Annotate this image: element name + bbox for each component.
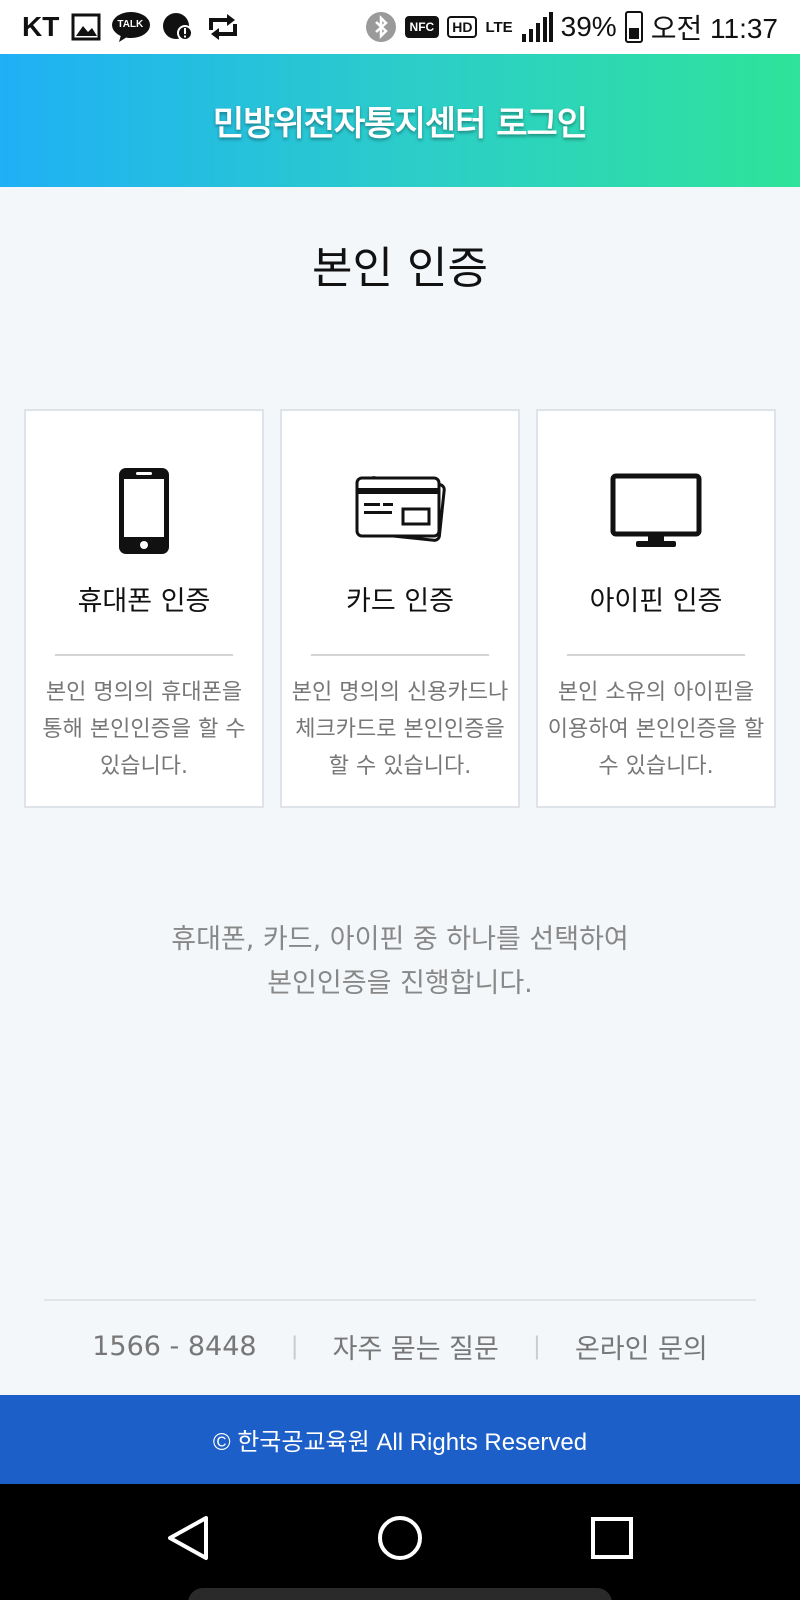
footer-divider xyxy=(44,1299,756,1301)
lte-icon: LTE xyxy=(485,18,513,36)
card-title: 카드 인증 xyxy=(346,586,454,617)
phone-auth-card[interactable]: 휴대폰 인증 본인 명의의 휴대폰을 통해 본인인증을 할 수 있습니다. xyxy=(24,409,264,808)
card-title: 아이핀 인증 xyxy=(589,586,723,617)
card-divider xyxy=(311,654,489,656)
status-bar: KT TALK NFC HD LTE 39% 오전 11:37 xyxy=(0,0,800,54)
card-description: 본인 명의의 휴대폰을 통해 본인인증을 할 수 있습니다. xyxy=(42,680,246,779)
card-divider xyxy=(567,654,745,656)
card-description: 본인 소유의 아이핀을 이용하여 본인인증을 할 수 있습니다. xyxy=(547,680,765,779)
smartphone-icon xyxy=(117,461,171,561)
nav-handle xyxy=(188,1588,612,1600)
card-title: 휴대폰 인증 xyxy=(77,586,211,617)
notice-line-1: 휴대폰, 카드, 아이핀 중 하나를 선택하여 xyxy=(171,924,629,955)
bluetooth-icon xyxy=(365,11,397,43)
home-icon[interactable] xyxy=(370,1508,430,1568)
page-title: 본인 인증 xyxy=(312,243,488,294)
monitor-icon xyxy=(610,461,702,561)
copyright-bar: © 한국공교육원 All Rights Reserved xyxy=(0,1395,800,1484)
system-navigation-bar xyxy=(0,1484,800,1600)
back-icon[interactable] xyxy=(158,1508,218,1568)
alert-chat-icon xyxy=(161,11,195,43)
app-header: 민방위전자통지센터 로그인 xyxy=(0,54,800,187)
carrier-label: KT xyxy=(22,11,60,42)
copyright-text: © 한국공교육원 All Rights Reserved xyxy=(212,1429,588,1456)
hd-icon: HD xyxy=(447,16,478,38)
battery-icon xyxy=(624,11,643,43)
faq-link[interactable]: 자주 묻는 질문 xyxy=(333,1327,499,1366)
footer-separator: | xyxy=(290,1332,299,1360)
signal-icon xyxy=(521,12,553,42)
footer-separator: | xyxy=(532,1332,541,1360)
auth-notice: 휴대폰, 카드, 아이핀 중 하나를 선택하여 본인인증을 진행합니다. xyxy=(0,918,800,1006)
battery-percent: 39% xyxy=(560,11,617,42)
phone-link[interactable]: 1566 - 8448 xyxy=(92,1331,256,1362)
gallery-icon xyxy=(71,13,101,41)
nfc-icon: NFC xyxy=(404,16,440,38)
clock: 오전 11:37 xyxy=(650,13,778,44)
card-divider xyxy=(55,654,233,656)
inquiry-link[interactable]: 온라인 문의 xyxy=(575,1327,708,1366)
credit-card-icon xyxy=(354,461,446,561)
sync-icon xyxy=(205,12,241,42)
card-description: 본인 명의의 신용카드나 체크카드로 본인인증을 할 수 있습니다. xyxy=(291,680,509,779)
notice-line-2: 본인인증을 진행합니다. xyxy=(267,968,533,999)
header-title: 민방위전자통지센터 로그인 xyxy=(212,104,588,144)
recents-icon[interactable] xyxy=(582,1508,642,1568)
kakaotalk-icon-label: TALK xyxy=(117,19,144,30)
footer-links: 1566 - 8448 | 자주 묻는 질문 | 온라인 문의 xyxy=(0,1326,800,1366)
kakaotalk-icon: TALK xyxy=(111,11,151,43)
ipin-auth-card[interactable]: 아이핀 인증 본인 소유의 아이핀을 이용하여 본인인증을 할 수 있습니다. xyxy=(536,409,776,808)
auth-options: 휴대폰 인증 본인 명의의 휴대폰을 통해 본인인증을 할 수 있습니다. 카드… xyxy=(24,409,776,808)
card-auth-card[interactable]: 카드 인증 본인 명의의 신용카드나 체크카드로 본인인증을 할 수 있습니다. xyxy=(280,409,520,808)
